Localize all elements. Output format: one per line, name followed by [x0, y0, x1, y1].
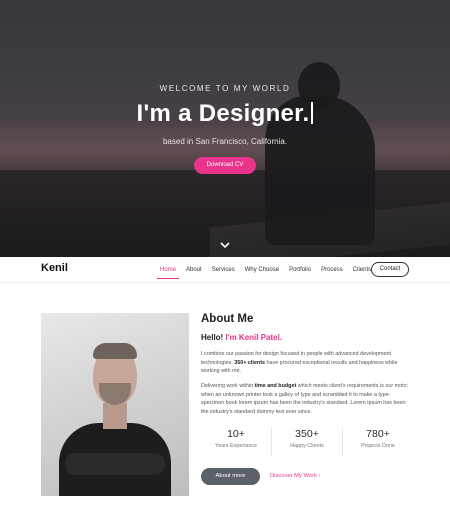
- nav-item-services[interactable]: Services: [212, 267, 235, 273]
- stat-clients: 350+ Happy Clients: [272, 428, 343, 456]
- hello-name: I'm Kenil Patel.: [225, 333, 283, 342]
- about-p2-bold: time and budget: [254, 383, 297, 389]
- photo-arms: [65, 453, 165, 475]
- stat-value: 350+: [295, 428, 319, 440]
- stats-row: 10+ Years Experiance 350+ Happy Clients …: [201, 428, 413, 456]
- nav-item-why-choose[interactable]: Why Choose: [245, 267, 279, 273]
- stat-label: Happy Clients: [290, 443, 324, 449]
- nav-item-portfolio[interactable]: Portfolio: [289, 267, 311, 273]
- hero-section: WELCOME TO MY WORLD I'm a Designer. base…: [0, 0, 450, 257]
- hero-eyebrow: WELCOME TO MY WORLD: [159, 84, 291, 93]
- nav-item-home[interactable]: Home: [156, 267, 180, 279]
- stat-value: 10+: [227, 428, 245, 440]
- about-p2-text-a: Delivering work within: [201, 383, 254, 389]
- contact-button[interactable]: Contact: [371, 262, 409, 277]
- hero-headline-text: I'm a Designer.: [136, 100, 310, 127]
- discover-work-label: Discover My Work: [270, 473, 317, 479]
- site-logo[interactable]: Kenil: [41, 262, 68, 274]
- stat-label: Years Experiance: [214, 443, 258, 449]
- hero-content: WELCOME TO MY WORLD I'm a Designer. base…: [0, 0, 450, 257]
- chevron-down-icon[interactable]: [219, 240, 231, 250]
- hero-headline: I'm a Designer.: [0, 100, 450, 128]
- arrow-right-icon: ›: [318, 473, 321, 479]
- stat-projects: 780+ Projects Done: [343, 428, 413, 456]
- stat-value: 780+: [366, 428, 390, 440]
- nav-item-clients[interactable]: Clients: [353, 267, 371, 273]
- photo-hair: [93, 343, 137, 359]
- stat-years: 10+ Years Experiance: [201, 428, 272, 456]
- hello-prefix: Hello!: [201, 333, 224, 342]
- main-navbar: Kenil Home About Services Why Choose Por…: [0, 257, 450, 283]
- hero-subline: based in San Francisco, California.: [162, 137, 288, 146]
- discover-work-link[interactable]: Discover My Work ›: [270, 468, 320, 485]
- profile-photo: [41, 313, 189, 496]
- about-more-button[interactable]: About more: [201, 468, 260, 485]
- nav-item-process[interactable]: Process: [321, 267, 343, 273]
- nav-menu: Home About Services Why Choose Portfolio…: [156, 257, 381, 283]
- hello-heading: Hello! I'm Kenil Patel.: [201, 333, 282, 342]
- nav-item-about[interactable]: About: [186, 267, 202, 273]
- about-p1-bold: 350+ clients: [234, 359, 265, 366]
- photo-neck: [103, 403, 127, 429]
- about-title: About Me: [201, 313, 254, 325]
- about-paragraph-2: Delivering work within time and budget w…: [201, 382, 413, 417]
- about-paragraph-1: I combine our passion for design focused…: [201, 350, 413, 376]
- download-cv-button[interactable]: Download CV: [194, 157, 256, 174]
- stat-label: Projects Done: [361, 443, 395, 449]
- typing-cursor: [311, 102, 314, 124]
